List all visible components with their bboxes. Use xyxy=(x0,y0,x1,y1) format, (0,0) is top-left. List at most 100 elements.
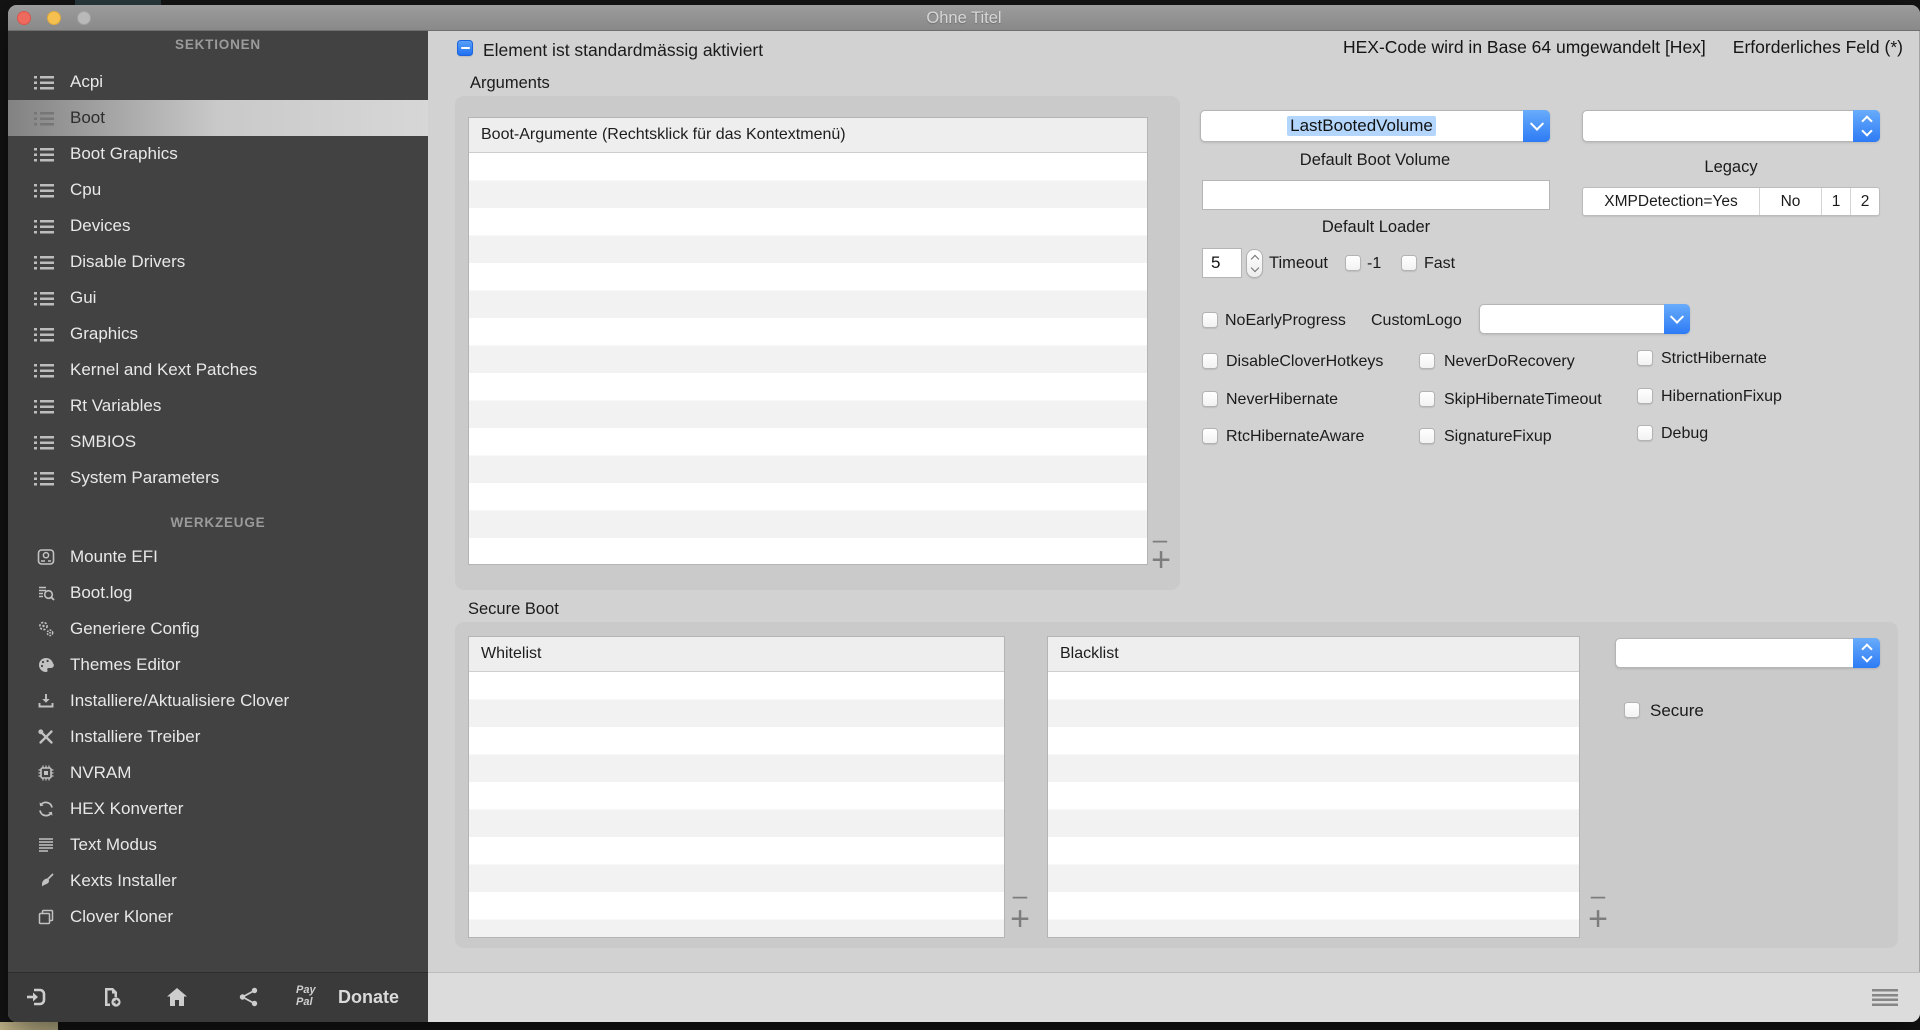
blacklist-table[interactable]: Blacklist xyxy=(1047,636,1580,938)
custom-logo-combo[interactable] xyxy=(1479,304,1690,334)
sidebar-item-gui[interactable]: Gui xyxy=(8,280,428,316)
chevron-up-icon xyxy=(1250,254,1259,264)
boot-arguments-table[interactable]: Boot-Argumente (Rechtsklick für das Kont… xyxy=(468,117,1148,565)
export-config-icon[interactable] xyxy=(99,985,123,1009)
whitelist-table[interactable]: Whitelist xyxy=(468,636,1005,938)
xmp-detection-segmented-control[interactable]: XMPDetection=Yes No 1 2 xyxy=(1582,187,1880,216)
header-notes: HEX-Code wird in Base 64 umgewandelt [He… xyxy=(1343,37,1903,58)
timeout-neg1-checkbox[interactable] xyxy=(1345,255,1361,271)
close-button[interactable] xyxy=(17,11,31,25)
minimize-button[interactable] xyxy=(47,11,61,25)
import-config-icon[interactable] xyxy=(24,985,48,1009)
sidebar: SEKTIONEN Acpi Boot Boot Graphics Cpu De… xyxy=(8,31,428,972)
combo-stepper-button[interactable] xyxy=(1853,110,1880,142)
app-window: Ohne Titel SEKTIONEN Acpi Boot Boot Grap… xyxy=(8,5,1920,1022)
sidebar-item-boot-graphics[interactable]: Boot Graphics xyxy=(8,136,428,172)
sidebar-item-acpi[interactable]: Acpi xyxy=(8,64,428,100)
timeout-input[interactable]: 5 xyxy=(1202,248,1242,278)
chevron-down-icon xyxy=(1860,125,1873,137)
tool-kexts-installer[interactable]: Kexts Installer xyxy=(8,863,428,899)
palette-icon xyxy=(36,655,56,675)
default-loader-input[interactable] xyxy=(1202,180,1550,210)
never-hibernate-checkbox[interactable] xyxy=(1202,391,1218,407)
strict-hibernate-checkbox[interactable] xyxy=(1637,350,1653,366)
boot-arguments-table-header: Boot-Argumente (Rechtsklick für das Kont… xyxy=(469,118,1147,153)
paypal-icon[interactable]: Pay Pal xyxy=(296,984,316,1008)
default-boot-volume-label: Default Boot Volume xyxy=(1299,151,1451,169)
segment-xmp-2[interactable]: 2 xyxy=(1850,188,1879,215)
segment-xmp-no[interactable]: No xyxy=(1759,188,1821,215)
share-icon[interactable] xyxy=(237,985,261,1009)
add-whitelist-button[interactable]: + xyxy=(1006,902,1034,936)
combo-dropdown-button[interactable] xyxy=(1664,304,1690,334)
never-do-recovery-checkbox[interactable] xyxy=(1419,353,1435,369)
combo-dropdown-button[interactable] xyxy=(1523,110,1550,142)
disable-clover-hotkeys-label: DisableCloverHotkeys xyxy=(1226,353,1384,370)
add-blacklist-button[interactable]: + xyxy=(1584,902,1612,936)
list-icon xyxy=(34,183,54,198)
tool-install-clover[interactable]: Installiere/Aktualisiere Clover xyxy=(8,683,428,719)
fast-checkbox[interactable] xyxy=(1401,255,1417,271)
signature-fixup-checkbox[interactable] xyxy=(1419,428,1435,444)
tool-themes-editor[interactable]: Themes Editor xyxy=(8,647,428,683)
main-footer-bar xyxy=(428,972,1920,1022)
tool-clover-cloner[interactable]: Clover Kloner xyxy=(8,899,428,935)
debug-checkbox[interactable] xyxy=(1637,425,1653,441)
hibernation-fixup-label: HibernationFixup xyxy=(1661,388,1782,405)
list-icon xyxy=(34,327,54,342)
tool-nvram[interactable]: NVRAM xyxy=(8,755,428,791)
list-icon xyxy=(34,399,54,414)
home-icon[interactable] xyxy=(165,985,189,1009)
tool-install-drivers[interactable]: Installiere Treiber xyxy=(8,719,428,755)
secure-checkbox[interactable] xyxy=(1624,702,1640,718)
download-icon xyxy=(36,691,56,711)
rtc-hibernate-aware-checkbox[interactable] xyxy=(1202,428,1218,444)
tool-hex-converter[interactable]: HEX Konverter xyxy=(8,791,428,827)
zoom-button-disabled xyxy=(77,11,91,25)
timeout-stepper[interactable] xyxy=(1246,249,1263,278)
no-early-progress-checkbox[interactable] xyxy=(1202,312,1218,328)
default-boot-volume-value: LastBootedVolume xyxy=(1287,116,1436,136)
titlebar[interactable]: Ohne Titel xyxy=(8,5,1920,31)
never-do-recovery-label: NeverDoRecovery xyxy=(1444,353,1575,370)
tool-mounte-efi[interactable]: Mounte EFI xyxy=(8,539,428,575)
sidebar-item-rt-variables[interactable]: Rt Variables xyxy=(8,388,428,424)
whitelist-table-body[interactable] xyxy=(469,672,1004,937)
sidebar-item-boot[interactable]: Boot xyxy=(8,100,428,136)
sidebar-item-devices[interactable]: Devices xyxy=(8,208,428,244)
disable-clover-hotkeys-checkbox[interactable] xyxy=(1202,353,1218,369)
default-boot-volume-combo[interactable]: LastBootedVolume xyxy=(1200,110,1550,142)
signature-fixup-label: SignatureFixup xyxy=(1444,428,1552,445)
segment-xmp-1[interactable]: 1 xyxy=(1821,188,1850,215)
default-loader-label: Default Loader xyxy=(1321,218,1431,236)
default-enabled-checkbox[interactable] xyxy=(457,40,473,56)
tool-generate-config[interactable]: Generiere Config xyxy=(8,611,428,647)
sidebar-item-cpu[interactable]: Cpu xyxy=(8,172,428,208)
skip-hibernate-timeout-checkbox[interactable] xyxy=(1419,391,1435,407)
window-title: Ohne Titel xyxy=(926,9,1002,27)
sidebar-item-graphics[interactable]: Graphics xyxy=(8,316,428,352)
add-argument-button[interactable]: + xyxy=(1147,543,1175,577)
segment-xmp-yes[interactable]: XMPDetection=Yes xyxy=(1583,188,1759,215)
menu-icon[interactable] xyxy=(1872,989,1898,1006)
legacy-combo[interactable] xyxy=(1582,110,1880,142)
secure-boot-combo[interactable] xyxy=(1615,638,1880,668)
hex-note: HEX-Code wird in Base 64 umgewandelt [He… xyxy=(1342,37,1706,57)
list-icon xyxy=(34,75,54,90)
sidebar-item-disable-drivers[interactable]: Disable Drivers xyxy=(8,244,428,280)
tool-boot-log[interactable]: Boot.log xyxy=(8,575,428,611)
blacklist-table-body[interactable] xyxy=(1048,672,1579,937)
strict-hibernate-label: StrictHibernate xyxy=(1661,350,1767,367)
fast-label: Fast xyxy=(1424,255,1456,272)
hibernation-fixup-checkbox[interactable] xyxy=(1637,388,1653,404)
tool-text-mode[interactable]: Text Modus xyxy=(8,827,428,863)
sidebar-item-system-parameters[interactable]: System Parameters xyxy=(8,460,428,496)
combo-stepper-button[interactable] xyxy=(1853,638,1880,668)
donate-button[interactable]: Donate xyxy=(338,987,399,1008)
sidebar-item-smbios[interactable]: SMBIOS xyxy=(8,424,428,460)
gears-icon xyxy=(36,619,56,639)
chevron-down-icon xyxy=(1529,116,1544,131)
boot-arguments-table-body[interactable] xyxy=(469,153,1147,564)
sidebar-item-kernel-and-kext-patches[interactable]: Kernel and Kext Patches xyxy=(8,352,428,388)
refresh-icon xyxy=(36,799,56,819)
